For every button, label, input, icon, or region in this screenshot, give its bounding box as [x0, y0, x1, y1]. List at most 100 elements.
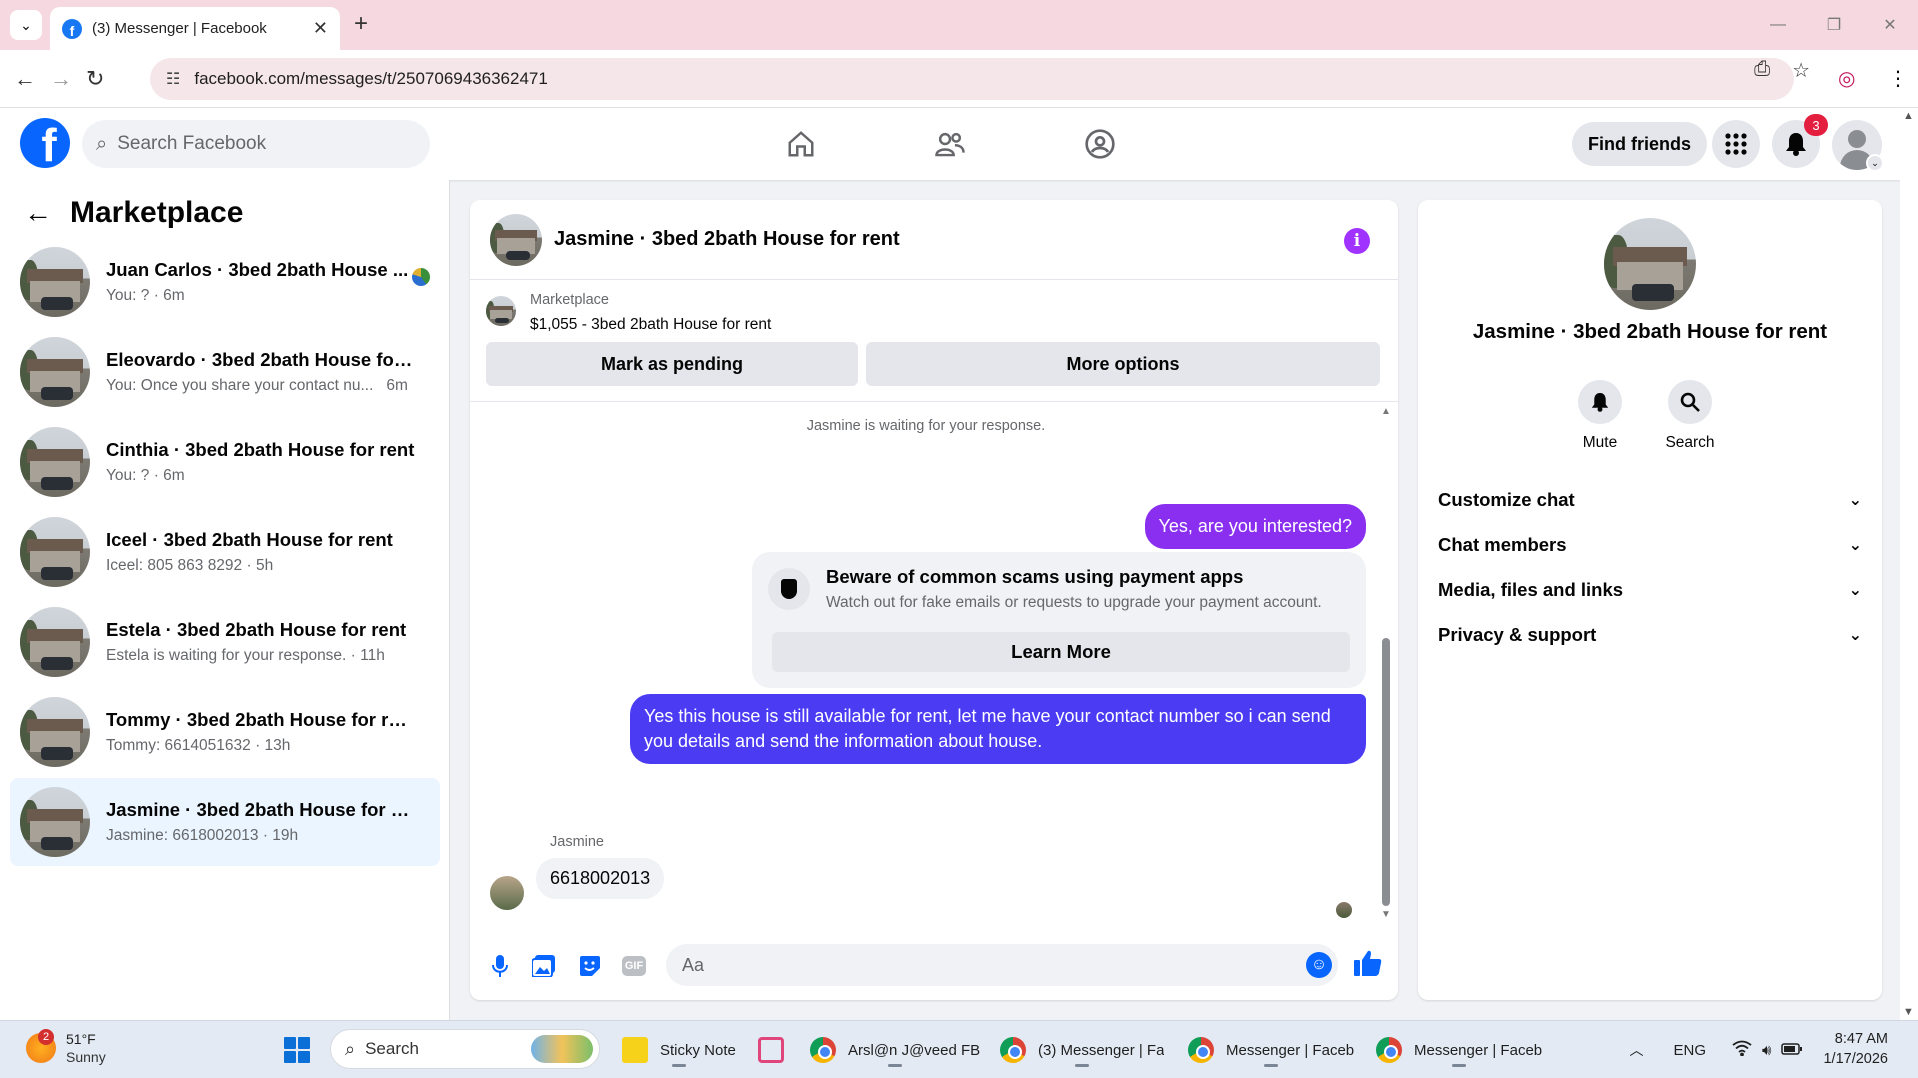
windows-taskbar: 2 51°F Sunny ⌕ Search Sticky Note Arsl@n…	[0, 1020, 1918, 1078]
chat-members-section[interactable]: Chat members ⌄	[1438, 525, 1862, 565]
account-chevron-icon[interactable]: ⌄	[1866, 154, 1884, 172]
privacy-support-section[interactable]: Privacy & support ⌄	[1438, 615, 1862, 655]
friends-icon[interactable]	[930, 124, 970, 164]
conversation-item[interactable]: Cinthia · 3bed 2bath House for rent You:…	[10, 418, 440, 506]
outgoing-message[interactable]: Yes, are you interested?	[1144, 504, 1366, 550]
system-tray: ︿ ENG 🔊︎ 8:47 AM 1/17/2026	[1630, 1021, 1918, 1078]
battery-icon[interactable]	[1781, 1042, 1803, 1059]
incoming-message[interactable]: 6618002013	[536, 858, 665, 899]
customize-chat-section[interactable]: Customize chat ⌄	[1438, 480, 1862, 520]
reload-icon[interactable]: ↻	[86, 66, 104, 92]
window-restore-icon[interactable]: ❐	[1806, 0, 1862, 50]
message-scrollbar[interactable]: ▲ ▼	[1380, 406, 1392, 920]
sticker-icon[interactable]	[576, 952, 604, 980]
conversation-item-active[interactable]: Jasmine · 3bed 2bath House for rent Jasm…	[10, 778, 440, 866]
info-icon[interactable]: i	[1344, 228, 1370, 254]
scrollbar-thumb[interactable]	[1382, 638, 1390, 906]
clock-time: 8:47 AM	[1834, 1031, 1888, 1048]
learn-more-button[interactable]: Learn More	[772, 632, 1350, 672]
message-input[interactable]: Aa	[666, 944, 1338, 986]
microphone-icon[interactable]	[486, 952, 514, 980]
marketplace-conversation-list: ← Marketplace Juan Carlos · 3bed 2bath H…	[0, 180, 450, 1020]
photo-attach-icon[interactable]	[530, 952, 558, 980]
mute-button[interactable]: Mute	[1560, 380, 1640, 452]
house-avatar	[20, 427, 90, 497]
search-in-conversation-button[interactable]: Search	[1650, 380, 1730, 452]
conversation-item[interactable]: Tommy · 3bed 2bath House for rent Tommy:…	[10, 688, 440, 776]
taskbar-app-chrome-3[interactable]: Messenger | Faceb	[1188, 1031, 1354, 1069]
scroll-up-arrow-icon[interactable]: ▲	[1381, 406, 1391, 417]
taskbar-app-label: Sticky Note	[660, 1041, 736, 1059]
windows-start-icon[interactable]	[284, 1037, 310, 1063]
tab-search-chevron-icon[interactable]: ⌄	[10, 10, 42, 40]
taskbar-app-sticky-notes[interactable]: Sticky Note	[622, 1031, 736, 1069]
marketplace-listing-banner: Marketplace $1,055 - 3bed 2bath House fo…	[470, 280, 1398, 402]
back-arrow-icon[interactable]: ←	[24, 197, 52, 229]
scroll-up-arrow-icon[interactable]: ▲	[1903, 110, 1914, 122]
bookmark-star-icon[interactable]: ☆	[1792, 58, 1810, 83]
conversation-item[interactable]: Iceel · 3bed 2bath House for rent Iceel:…	[10, 508, 440, 596]
scroll-down-arrow-icon[interactable]: ▼	[1381, 909, 1391, 920]
conversation-item[interactable]: Juan Carlos · 3bed 2bath House ... You: …	[10, 238, 440, 326]
address-bar[interactable]: ☷ facebook.com/messages/t/25070694363624…	[150, 58, 1794, 100]
chat-title[interactable]: Jasmine · 3bed 2bath House for rent	[554, 228, 900, 251]
find-friends-button[interactable]: Find friends	[1572, 122, 1707, 166]
facebook-logo-icon[interactable]: f	[20, 118, 70, 168]
browser-menu-icon[interactable]: ⋮	[1888, 66, 1908, 91]
menu-grid-icon[interactable]	[1712, 120, 1760, 168]
mark-as-pending-button[interactable]: Mark as pending	[486, 342, 858, 386]
media-files-links-section[interactable]: Media, files and links ⌄	[1438, 570, 1862, 610]
conversation-preview: You: ? · 6m	[106, 467, 185, 484]
conversation-item[interactable]: Eleovardo · 3bed 2bath House for ... You…	[10, 328, 440, 416]
url-text: facebook.com/messages/t/2507069436362471	[194, 69, 548, 88]
new-tab-plus-icon[interactable]: +	[354, 10, 368, 38]
taskbar-app-snipping-tool[interactable]	[758, 1031, 796, 1069]
site-info-icon[interactable]: ☷	[166, 69, 180, 89]
house-avatar[interactable]	[490, 213, 542, 266]
search-icon	[1668, 380, 1712, 424]
taskbar-app-chrome-2[interactable]: (3) Messenger | Fa	[1000, 1031, 1164, 1069]
house-avatar	[20, 517, 90, 587]
browser-tab-messenger[interactable]: f (3) Messenger | Facebook ✕	[50, 7, 340, 50]
conversation-preview: Jasmine: 6618002013 · 19h	[106, 827, 299, 844]
taskbar-clock[interactable]: 8:47 AM 1/17/2026	[1823, 1030, 1888, 1069]
window-close-icon[interactable]: ✕	[1862, 0, 1918, 50]
shield-icon	[768, 568, 810, 610]
house-avatar-large[interactable]	[1604, 218, 1696, 310]
back-arrow-icon[interactable]: ←	[14, 66, 36, 92]
section-label: Customize chat	[1438, 489, 1575, 510]
home-icon[interactable]	[781, 124, 821, 164]
window-minimize-icon[interactable]: —	[1750, 0, 1806, 50]
tab-close-icon[interactable]: ✕	[313, 18, 328, 39]
weather-widget[interactable]: 2 51°F Sunny	[26, 1028, 106, 1065]
listing-thumbnail[interactable]	[486, 296, 516, 326]
emoji-icon[interactable]: ☺	[1306, 952, 1332, 978]
more-options-button[interactable]: More options	[866, 342, 1380, 386]
taskbar-app-chrome-4[interactable]: Messenger | Faceb	[1376, 1031, 1542, 1069]
page-scrollbar[interactable]: ▲ ▼	[1900, 108, 1918, 1020]
taskbar-app-chrome-1[interactable]: Arsl@n J@veed FB	[810, 1031, 980, 1069]
taskbar-search-box[interactable]: ⌕ Search	[330, 1029, 600, 1069]
show-hidden-icons-chevron-icon[interactable]: ︿	[1630, 1040, 1644, 1060]
sender-avatar[interactable]	[490, 876, 524, 910]
chevron-down-icon: ⌄	[1848, 492, 1862, 509]
volume-icon[interactable]: 🔊︎	[1762, 1042, 1771, 1059]
input-language[interactable]: ENG	[1674, 1042, 1707, 1059]
profile-icon[interactable]: ◎	[1838, 66, 1855, 91]
scroll-down-arrow-icon[interactable]: ▼	[1903, 1006, 1914, 1018]
outgoing-message[interactable]: Yes this house is still available for re…	[630, 694, 1366, 765]
scam-warning-description: Watch out for fake emails or requests to…	[826, 594, 1322, 611]
gif-icon[interactable]: GIF	[620, 952, 648, 980]
facebook-search-input[interactable]: ⌕ Search Facebook	[82, 120, 430, 168]
house-avatar	[20, 337, 90, 407]
tab-title: (3) Messenger | Facebook	[92, 20, 267, 37]
facebook-favicon-icon: f	[62, 18, 82, 39]
listing-price-title[interactable]: $1,055 - 3bed 2bath House for rent	[530, 316, 771, 334]
wifi-icon[interactable]	[1732, 1040, 1752, 1060]
thumbs-up-icon[interactable]	[1354, 950, 1382, 983]
install-app-icon[interactable]: ⎙	[1754, 58, 1770, 83]
conversation-item[interactable]: Estela · 3bed 2bath House for rent Estel…	[10, 598, 440, 686]
groups-icon[interactable]	[1080, 124, 1120, 164]
conversation-name: Iceel · 3bed 2bath House for rent	[106, 529, 393, 550]
forward-arrow-icon[interactable]: →	[50, 66, 72, 92]
